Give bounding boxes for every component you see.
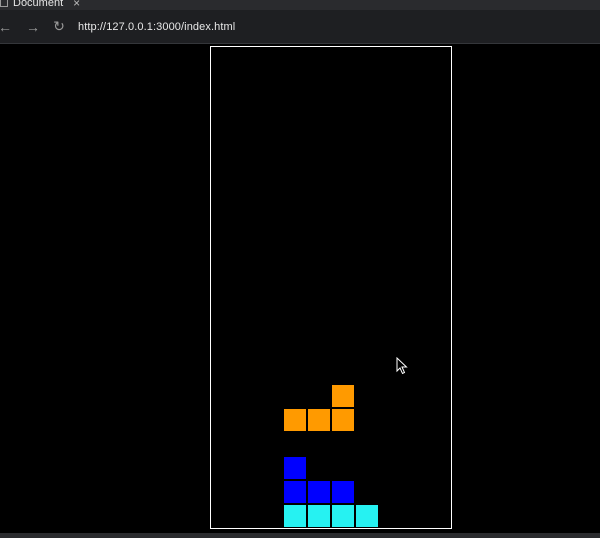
mouse-cursor-icon — [396, 357, 408, 375]
forward-button[interactable]: → — [22, 16, 44, 38]
falling-l-piece-block — [307, 407, 331, 432]
tab-title: Document — [13, 0, 64, 9]
falling-l-piece-block — [331, 383, 355, 408]
placed-i-piece-block — [307, 503, 331, 528]
falling-l-piece-block — [283, 407, 307, 432]
back-button[interactable]: ← — [0, 16, 16, 38]
placed-i-piece-block — [331, 503, 355, 528]
address-bar[interactable]: http://127.0.0.1:3000/index.html — [78, 21, 235, 33]
browser-toolbar: ← → ↻ http://127.0.0.1:3000/index.html — [0, 10, 600, 43]
arrow-left-icon: ← — [0, 18, 12, 35]
placed-j-piece-block — [307, 479, 331, 504]
placed-i-piece-block — [283, 503, 307, 528]
falling-l-piece-block — [331, 407, 355, 432]
bottom-strip — [0, 533, 600, 538]
reload-button[interactable]: ↻ — [48, 16, 70, 38]
close-tab-icon[interactable]: × — [73, 0, 80, 10]
document-icon — [0, 0, 8, 7]
game-board — [210, 46, 452, 529]
browser-tab-bar: Document × — [0, 0, 600, 10]
placed-i-piece-block — [355, 503, 379, 528]
placed-j-piece-block — [283, 479, 307, 504]
placed-j-piece-block — [331, 479, 355, 504]
browser-tab[interactable]: Document × — [0, 0, 80, 10]
reload-icon: ↻ — [53, 18, 65, 34]
arrow-right-icon: → — [26, 18, 40, 35]
placed-j-piece-block — [283, 455, 307, 480]
